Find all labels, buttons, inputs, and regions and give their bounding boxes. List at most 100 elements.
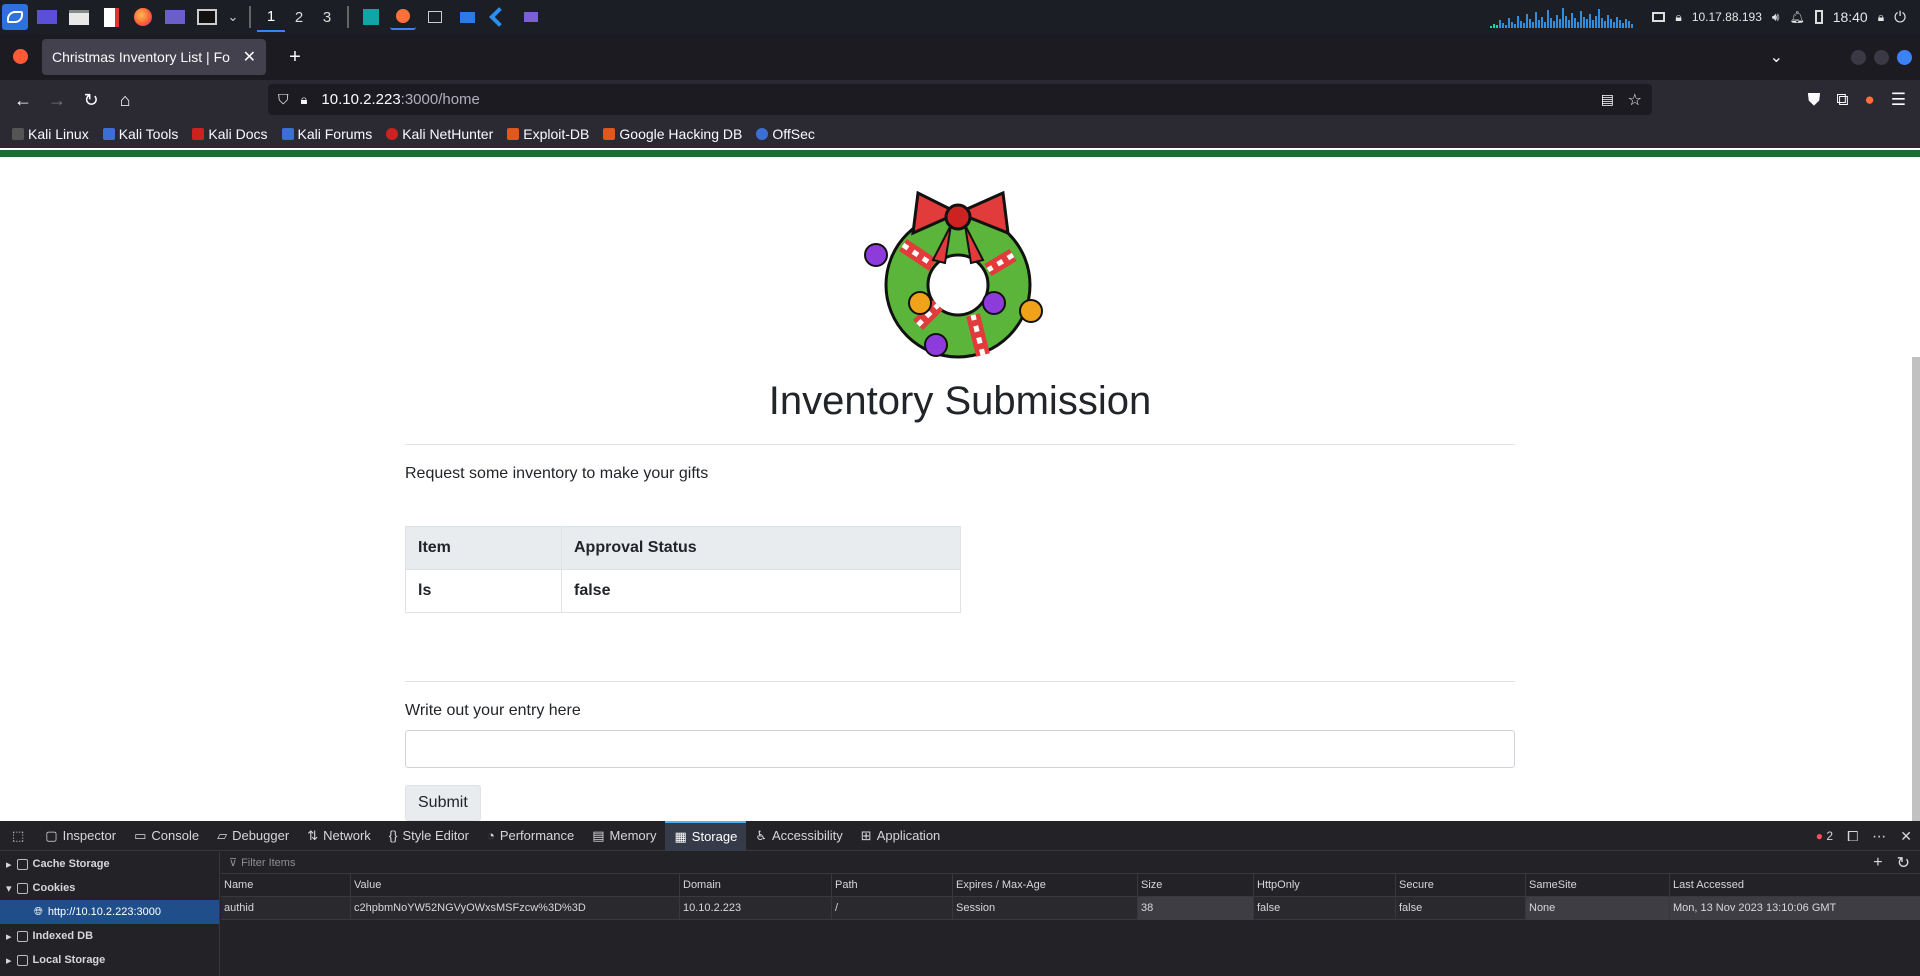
tab-style-editor[interactable]: {} Style Editor: [380, 821, 478, 851]
column-header-httponly[interactable]: HttpOnly: [1254, 873, 1396, 897]
url-bar[interactable]: ⛉ 🔒︎ 10.10.2.223:3000/home ▤ ☆: [268, 84, 1652, 115]
browser-tab[interactable]: Christmas Inventory List | Fo ✕: [42, 39, 266, 75]
element-picker-icon[interactable]: ⬚: [0, 821, 36, 851]
new-tab-icon[interactable]: +: [280, 46, 310, 69]
page-info-icon[interactable]: 🔒︎: [301, 92, 308, 108]
folder-window-icon[interactable]: [454, 4, 480, 30]
reader-view-icon[interactable]: ▤: [1601, 91, 1614, 108]
desktop-icon[interactable]: [34, 4, 60, 30]
screen-window-icon[interactable]: [518, 4, 544, 30]
expand-arrow-icon[interactable]: ▸: [6, 954, 12, 967]
tree-item-cookies[interactable]: ▾ Cookies: [0, 876, 219, 900]
volume-icon[interactable]: 🔊︎: [1772, 10, 1780, 25]
tab-memory[interactable]: ▤ Memory: [583, 821, 665, 851]
terminal-window-icon[interactable]: [422, 4, 448, 30]
back-arrow-icon[interactable]: ←: [6, 84, 40, 116]
close-window-icon[interactable]: [1897, 49, 1912, 65]
tab-storage[interactable]: ▦ Storage: [665, 820, 747, 851]
tab-inspector[interactable]: ▢ Inspector: [36, 821, 125, 851]
minimize-icon[interactable]: [1851, 49, 1866, 65]
filter-bar[interactable]: ⊽ Filter Items + ↻: [221, 852, 1920, 874]
tree-item-local-storage[interactable]: ▸ Local Storage: [0, 948, 219, 972]
column-header-value[interactable]: Value: [351, 873, 680, 897]
cookie-samesite[interactable]: None: [1526, 896, 1670, 920]
shield-icon[interactable]: ⛉: [278, 91, 289, 108]
column-header-name[interactable]: Name: [221, 873, 351, 897]
cookie-value[interactable]: c2hpbmNoYW52NGVyOWxsMSFzcw%3D%3D: [351, 896, 680, 920]
workspace-3[interactable]: 3: [313, 2, 341, 32]
bookmark-kali-forums[interactable]: Kali Forums: [281, 126, 372, 142]
extensions-icon[interactable]: ⧉: [1836, 90, 1848, 110]
hamburger-menu-icon[interactable]: ☰: [1891, 90, 1906, 110]
home-icon[interactable]: ⌂: [108, 84, 142, 116]
dock-side-icon[interactable]: ⧠: [1847, 828, 1858, 845]
tree-item-indexed-db[interactable]: ▸ Indexed DB: [0, 924, 219, 948]
cookie-size[interactable]: 38: [1138, 896, 1254, 920]
entry-input[interactable]: [405, 730, 1515, 768]
battery-icon[interactable]: [1814, 10, 1823, 24]
column-header-path[interactable]: Path: [832, 873, 953, 897]
bookmark-kali-nethunter[interactable]: Kali NetHunter: [386, 126, 493, 142]
text-editor-icon[interactable]: [98, 4, 124, 30]
cookie-secure[interactable]: false: [1396, 896, 1526, 920]
add-item-icon[interactable]: +: [1873, 854, 1882, 872]
close-tab-icon[interactable]: ✕: [243, 47, 256, 67]
bookmark-exploit-db[interactable]: Exploit-DB: [507, 126, 589, 142]
bookmark-kali-docs[interactable]: Kali Docs: [192, 126, 268, 142]
column-header-size[interactable]: Size: [1138, 873, 1254, 897]
page-scrollbar[interactable]: [1912, 357, 1920, 821]
more-options-icon[interactable]: ⋯: [1872, 828, 1886, 845]
bookmark-kali-tools[interactable]: Kali Tools: [102, 126, 178, 142]
collapse-arrow-icon[interactable]: ▾: [6, 882, 12, 895]
tab-network[interactable]: ⇅ Network: [298, 821, 380, 851]
close-devtools-icon[interactable]: ✕: [1900, 828, 1912, 845]
tree-item-cache-storage[interactable]: ▸ Cache Storage: [0, 852, 219, 876]
file-manager-icon[interactable]: [66, 4, 92, 30]
chevron-down-icon[interactable]: ⌄: [226, 4, 240, 30]
submit-button[interactable]: Submit: [405, 785, 481, 821]
bookmark-offsec[interactable]: OffSec: [756, 126, 815, 142]
app-icon-teal[interactable]: [358, 4, 384, 30]
column-header-samesite[interactable]: SameSite: [1526, 873, 1670, 897]
filter-input[interactable]: Filter Items: [241, 857, 295, 869]
vpn-lock-icon[interactable]: 🔒︎: [1675, 10, 1681, 25]
notification-bell-icon[interactable]: 🔔︎: [1789, 10, 1804, 24]
screen-tool-icon[interactable]: [162, 4, 188, 30]
cookie-httponly[interactable]: false: [1254, 896, 1396, 920]
lock-screen-icon[interactable]: 🔒︎: [1878, 10, 1884, 25]
tab-application[interactable]: ⊞ Application: [852, 821, 950, 851]
cookie-path[interactable]: /: [832, 896, 953, 920]
list-all-tabs-icon[interactable]: ⌄: [1770, 47, 1783, 67]
power-icon[interactable]: ⏻: [1894, 9, 1906, 26]
workspace-2[interactable]: 2: [285, 2, 313, 32]
column-header-last-accessed[interactable]: Last Accessed: [1670, 874, 1920, 897]
refresh-icon[interactable]: ↻: [1897, 853, 1910, 873]
foxyproxy-icon[interactable]: ●: [1864, 90, 1874, 110]
tab-console[interactable]: ▭ Console: [125, 821, 208, 851]
bookmark-star-icon[interactable]: ☆: [1628, 90, 1642, 110]
maximize-icon[interactable]: [1874, 49, 1889, 65]
tab-accessibility[interactable]: ♿︎ Accessibility: [746, 821, 851, 851]
firefox-view-icon[interactable]: [13, 49, 28, 64]
workspace-1[interactable]: 1: [257, 2, 285, 32]
forward-arrow-icon[interactable]: →: [40, 84, 74, 116]
table-row[interactable]: authid c2hpbmNoYW52NGVyOWxsMSFzcw%3D%3D …: [221, 896, 1920, 920]
expand-arrow-icon[interactable]: ▸: [6, 858, 12, 871]
tab-debugger[interactable]: ▱ Debugger: [208, 821, 298, 851]
column-header-secure[interactable]: Secure: [1396, 873, 1526, 897]
cookie-name[interactable]: authid: [221, 896, 351, 920]
vscode-window-icon[interactable]: [486, 4, 512, 30]
tab-performance[interactable]: ◔ Performance: [478, 821, 583, 851]
expand-arrow-icon[interactable]: ▸: [6, 930, 12, 943]
cookie-domain[interactable]: 10.10.2.223: [680, 896, 832, 920]
kali-menu-icon[interactable]: [2, 4, 28, 30]
terminal-launcher-icon[interactable]: [194, 4, 220, 30]
cookie-expires[interactable]: Session: [953, 896, 1138, 920]
error-count-badge[interactable]: ● 2: [1816, 829, 1833, 843]
firefox-launcher-icon[interactable]: [130, 4, 156, 30]
firefox-window-icon[interactable]: [390, 4, 416, 30]
reload-icon[interactable]: ↻: [74, 84, 108, 116]
cookie-last-accessed[interactable]: Mon, 13 Nov 2023 13:10:06 GMT: [1670, 896, 1920, 920]
column-header-domain[interactable]: Domain: [680, 873, 832, 897]
clock[interactable]: 18:40: [1833, 9, 1868, 25]
